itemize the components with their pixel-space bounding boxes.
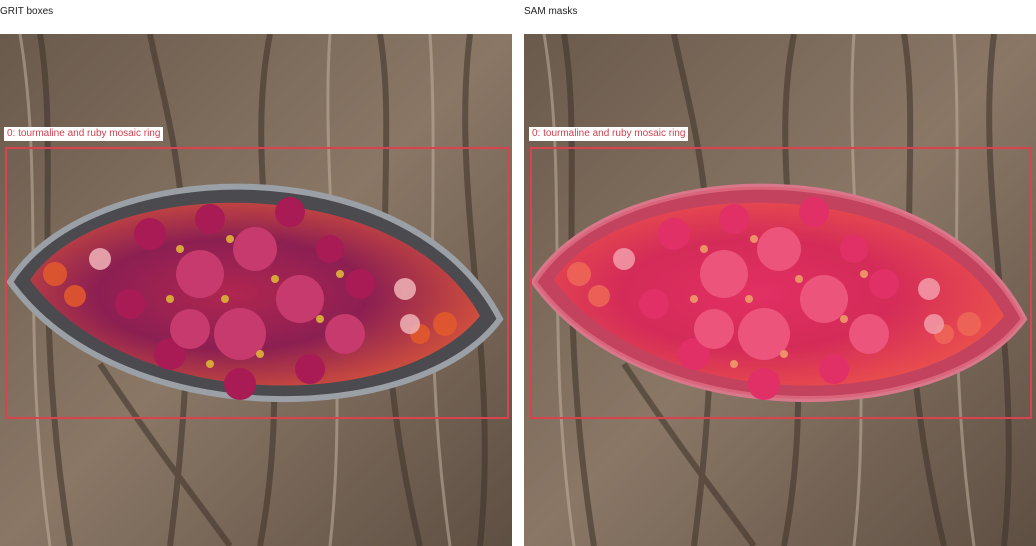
panel-title-sam: SAM masks: [524, 6, 578, 17]
bounding-box: [5, 147, 509, 419]
bounding-box: [530, 147, 1032, 419]
panel-title-grit: GRIT boxes: [0, 6, 54, 17]
grit-panel: 0: tourmaline and ruby mosaic ring: [0, 34, 512, 546]
box-label: 0: tourmaline and ruby mosaic ring: [529, 127, 689, 141]
box-label: 0: tourmaline and ruby mosaic ring: [4, 127, 164, 141]
sam-panel: 0: tourmaline and ruby mosaic ring: [524, 34, 1036, 546]
